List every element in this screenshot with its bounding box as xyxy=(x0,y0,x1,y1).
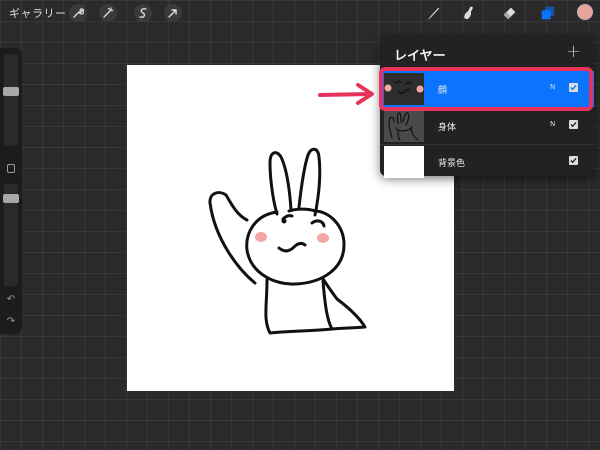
layers-title: レイヤー xyxy=(394,49,446,64)
highlight-box xyxy=(379,67,593,111)
transform-arrow-icon[interactable] xyxy=(164,4,182,22)
layer-name: 身体 xyxy=(438,123,457,133)
brush-size-thumb[interactable] xyxy=(3,87,19,96)
opacity-thumb[interactable] xyxy=(3,194,19,203)
blend-mode[interactable]: N xyxy=(550,120,555,128)
eraser-icon[interactable] xyxy=(500,3,520,23)
modify-button[interactable] xyxy=(7,164,15,173)
layer-row-background[interactable]: 背景色 xyxy=(380,144,594,180)
wrench-icon[interactable] xyxy=(69,4,87,22)
left-cheek xyxy=(255,232,267,242)
opacity-slider[interactable] xyxy=(3,184,19,286)
selection-icon[interactable] xyxy=(134,4,152,22)
arrow-icon xyxy=(318,83,374,105)
right-cheek xyxy=(317,233,329,243)
layers-icon[interactable] xyxy=(538,3,558,23)
magic-wand-icon[interactable] xyxy=(99,4,117,22)
redo-icon[interactable]: ↷ xyxy=(5,316,17,328)
smudge-icon[interactable] xyxy=(459,3,479,23)
add-layer-button[interactable]: + xyxy=(566,41,581,62)
visibility-checkbox[interactable] xyxy=(569,156,578,165)
layer-name: 背景色 xyxy=(438,159,466,169)
layer-row-body[interactable]: 身体 N xyxy=(380,108,594,144)
top-toolbar: ギャラリー xyxy=(0,0,600,26)
layer-thumbnail xyxy=(384,110,424,142)
gallery-button[interactable]: ギャラリー xyxy=(9,5,67,21)
layer-thumbnail xyxy=(384,146,424,178)
eye xyxy=(281,218,287,224)
undo-icon[interactable]: ↶ xyxy=(5,294,17,306)
color-picker[interactable] xyxy=(577,4,593,20)
brush-icon[interactable] xyxy=(423,3,443,23)
visibility-checkbox[interactable] xyxy=(569,120,578,129)
brush-size-slider[interactable] xyxy=(3,54,19,146)
left-sidebar: ↶ ↷ xyxy=(0,48,22,334)
